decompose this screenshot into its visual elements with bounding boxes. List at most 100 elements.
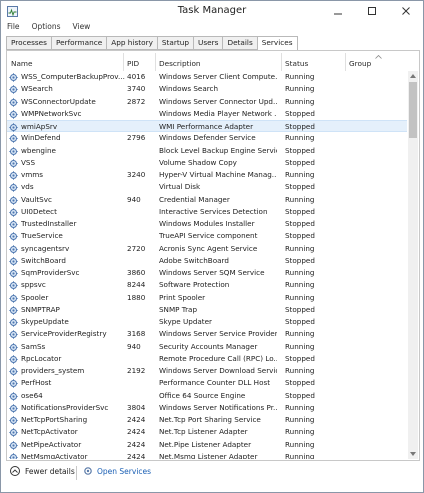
scroll-down-button[interactable]	[408, 449, 418, 459]
service-row[interactable]: wbengine Block Level Backup Engine Servic…	[7, 145, 407, 157]
service-gear-icon	[9, 330, 18, 339]
service-gear-icon	[9, 318, 18, 327]
service-row[interactable]: providers_system 2192 Windows Server Downl…	[7, 365, 407, 377]
service-description: TrueAPI Service component	[159, 231, 258, 241]
service-row[interactable]: vmms 3240 Hyper-V Virtual Machine Manag...…	[7, 169, 407, 181]
service-status: Running	[285, 292, 315, 302]
service-pid: 1880	[127, 292, 146, 302]
service-description: Skype Updater	[159, 317, 212, 326]
service-row[interactable]: SNMPTRAP SNMP Trap Stopped	[7, 304, 407, 316]
service-row[interactable]: TrueService TrueAPI Service component Stop…	[7, 230, 407, 242]
service-row[interactable]: NotificationsProviderSvc 3804 Windows Serv…	[7, 402, 407, 414]
service-pid: 3860	[127, 268, 146, 277]
service-row[interactable]: wmiApSrv WMI Performance Adapter Stopped	[7, 120, 407, 133]
fewer-details-button[interactable]: Fewer details	[10, 466, 75, 476]
service-row[interactable]: SkypeUpdate Skype Updater Stopped	[7, 316, 407, 328]
service-gear-icon	[9, 367, 18, 376]
service-pid: 2424	[127, 451, 146, 459]
tab-startup[interactable]: Startup	[156, 36, 195, 50]
service-row[interactable]: PerfHost Performance Counter DLL Host Stop…	[7, 377, 407, 389]
service-row[interactable]: sppsvc 8244 Software Protection Running	[7, 279, 407, 291]
service-row[interactable]: RpcLocator Remote Procedure Call (RPC) Lo…	[7, 353, 407, 365]
service-gear-icon	[9, 355, 18, 364]
minimize-button[interactable]	[321, 1, 355, 21]
column-divider[interactable]	[345, 53, 346, 71]
service-gear-icon	[9, 97, 18, 107]
tab-performance[interactable]: Performance	[50, 36, 108, 50]
service-gear-icon	[9, 453, 18, 459]
service-row[interactable]: WSS_ComputerBackupProv... 4016 Windows Ser…	[7, 71, 407, 83]
service-row[interactable]: NetPipeActivator 2424 Net.Pipe Listener Ad…	[7, 439, 407, 451]
close-button[interactable]	[389, 1, 423, 21]
fewer-details-label: Fewer details	[25, 466, 75, 476]
scroll-up-button[interactable]	[408, 71, 418, 81]
tab-processes[interactable]: Processes	[6, 36, 52, 50]
service-pid: 3168	[127, 329, 146, 339]
service-description: Remote Procedure Call (RPC) Lo...	[159, 353, 277, 363]
service-name: WMPNetworkSvc	[21, 108, 82, 118]
service-status: Stopped	[285, 231, 315, 241]
service-gear-icon	[9, 244, 18, 254]
service-status: Stopped	[285, 378, 315, 388]
service-pid: 940	[127, 194, 141, 204]
service-row[interactable]: NetTcpPortSharing 2424 Net.Tcp Port Sharin…	[7, 414, 407, 426]
service-row[interactable]: Spooler 1880 Print Spooler Running	[7, 292, 407, 304]
service-description: Volume Shadow Copy	[159, 157, 237, 167]
tab-details[interactable]: Details	[222, 36, 258, 50]
column-header-name[interactable]: Name	[11, 59, 33, 69]
service-name: ose64	[21, 390, 43, 400]
service-gear-icon	[9, 306, 18, 315]
service-row[interactable]: WinDefend 2796 Windows Defender Service Run…	[7, 132, 407, 144]
service-gear-icon	[9, 208, 18, 217]
service-row[interactable]: syncagentsrv 2720 Acronis Sync Agent Servi…	[7, 243, 407, 255]
service-description: Windows Server Connector Upd...	[159, 96, 277, 106]
menu-view[interactable]: View	[67, 21, 97, 34]
minimize-icon	[334, 13, 342, 15]
service-row[interactable]: NetMsmqActivator 2424 Net.Msmq Listener Ad…	[7, 451, 407, 459]
service-row[interactable]: ServiceProviderRegistry 3168 Windows Serve…	[7, 328, 407, 340]
column-divider[interactable]	[155, 53, 156, 71]
menu-options[interactable]: Options	[26, 21, 67, 34]
service-row[interactable]: NetTcpActivator 2424 Net.Tcp Listener Adap…	[7, 426, 407, 438]
service-pid: 2796	[127, 133, 146, 143]
service-row[interactable]: VSS Volume Shadow Copy Stopped	[7, 157, 407, 169]
service-pid: 3240	[127, 170, 146, 179]
service-status: Stopped	[285, 390, 315, 400]
tab-app-history[interactable]: App history	[106, 36, 158, 50]
service-status: Running	[285, 194, 315, 204]
service-name: NetMsmqActivator	[21, 451, 88, 459]
service-gear-icon	[9, 293, 18, 303]
tab-services[interactable]: Services	[256, 36, 298, 51]
column-divider[interactable]	[123, 53, 124, 71]
service-description: Net.Msmq Listener Adapter	[159, 451, 258, 459]
service-row[interactable]: WMPNetworkSvc Windows Media Player Networ…	[7, 108, 407, 120]
column-header-status[interactable]: Status	[285, 59, 308, 69]
scrollbar-thumb[interactable]	[409, 82, 417, 138]
service-row[interactable]: UI0Detect Interactive Services Detection S…	[7, 206, 407, 218]
vertical-scrollbar[interactable]	[408, 71, 418, 459]
maximize-button[interactable]	[355, 1, 389, 21]
service-row[interactable]: VaultSvc 940 Credential Manager Running	[7, 194, 407, 206]
service-row[interactable]: vds Virtual Disk Stopped	[7, 181, 407, 193]
service-gear-icon	[9, 416, 18, 425]
service-name: TrustedInstaller	[21, 219, 77, 228]
menu-file[interactable]: File	[1, 21, 26, 34]
column-header-group[interactable]: Group	[349, 59, 371, 69]
title-bar[interactable]: Task Manager	[1, 1, 423, 23]
service-name: NetTcpPortSharing	[21, 415, 88, 424]
service-row[interactable]: WSearch 3740 Windows Search Running	[7, 83, 407, 95]
open-services-link[interactable]: Open Services	[83, 466, 151, 476]
service-row[interactable]: SqmProviderSvc 3860 Windows Server SQM Ser…	[7, 267, 407, 279]
column-header-description[interactable]: Description	[159, 59, 201, 69]
tab-users[interactable]: Users	[193, 36, 224, 50]
service-row[interactable]: ose64 Office 64 Source Engine Stopped	[7, 390, 407, 402]
column-divider[interactable]	[281, 53, 282, 71]
service-row[interactable]: SwitchBoard Adobe SwitchBoard Stopped	[7, 255, 407, 267]
service-pid: 940	[127, 341, 141, 351]
column-header: Name PID Description Status Group	[7, 51, 419, 71]
service-row[interactable]: WSConnectorUpdate 2872 Windows Server Conn…	[7, 96, 407, 108]
service-row[interactable]: TrustedInstaller Windows Modules Installe…	[7, 218, 407, 230]
service-row[interactable]: SamSs 940 Security Accounts Manager Running	[7, 341, 407, 353]
service-name: NetTcpActivator	[21, 427, 78, 437]
column-header-pid[interactable]: PID	[127, 59, 139, 69]
